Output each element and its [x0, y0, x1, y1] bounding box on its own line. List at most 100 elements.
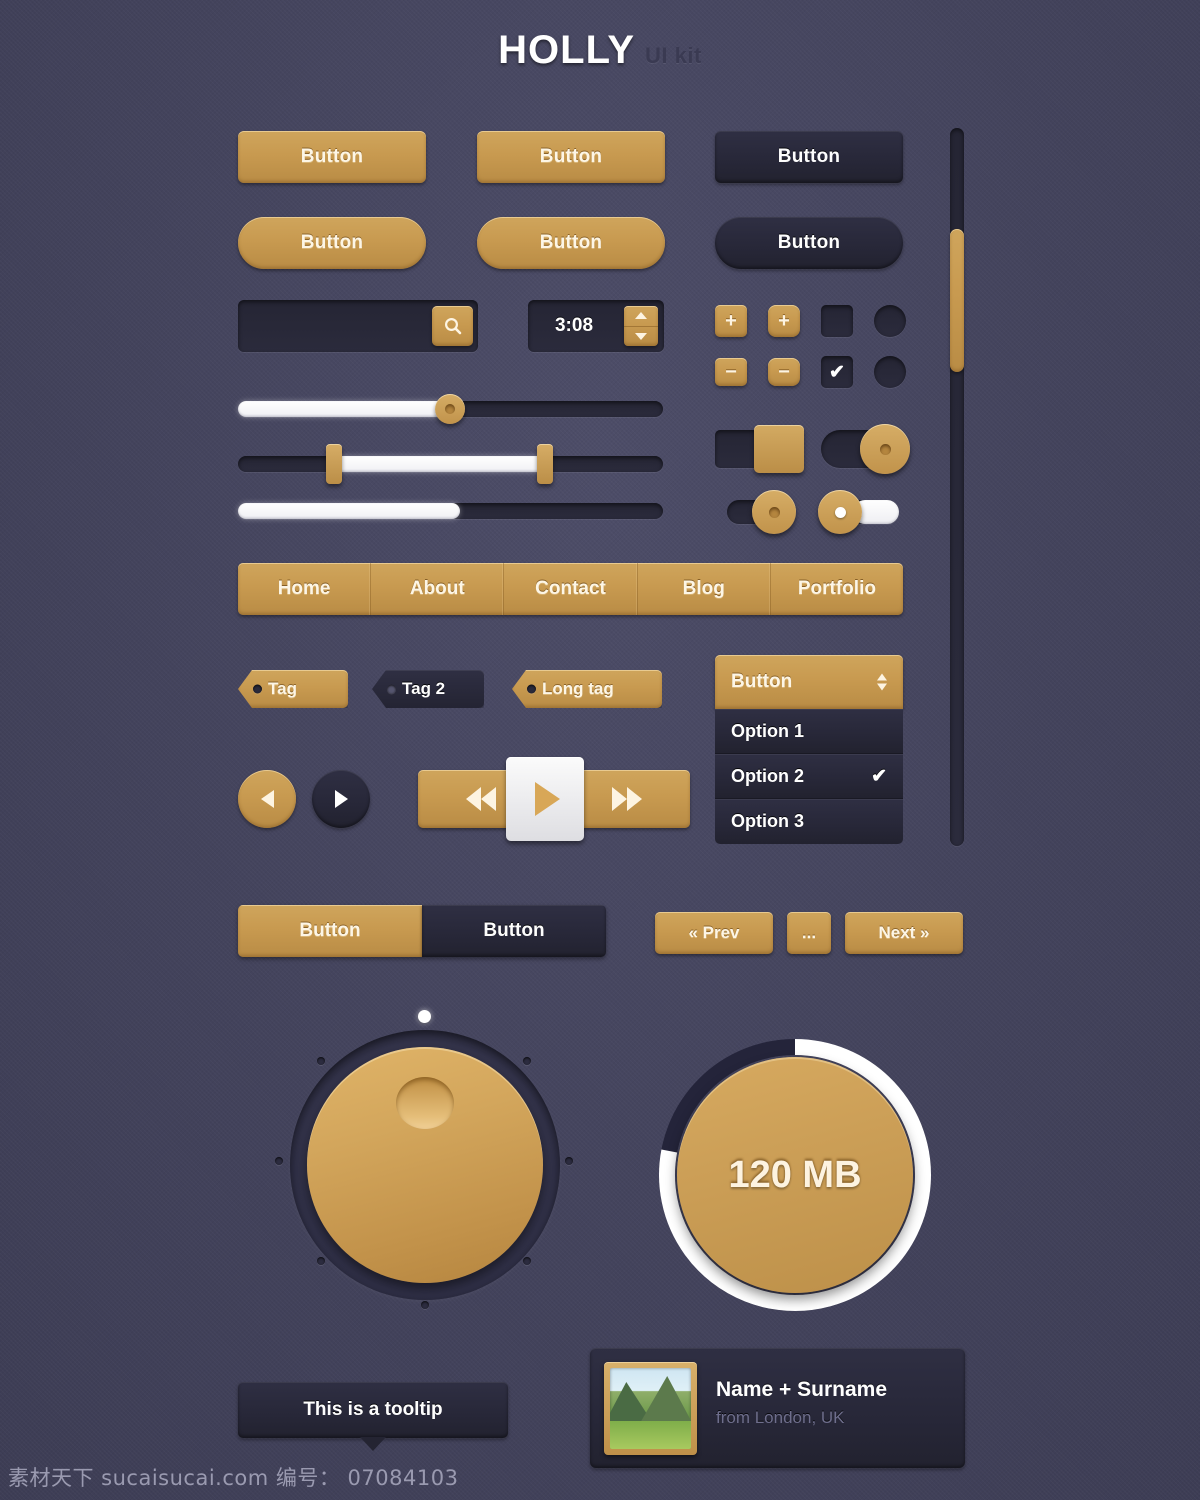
- radio-unchecked[interactable]: [874, 305, 906, 337]
- segmented-button-group[interactable]: Button Button: [238, 905, 606, 957]
- button-rect-gold-2[interactable]: Button: [477, 131, 665, 183]
- pagination-label: Next »: [878, 923, 930, 942]
- plus-rounded-button[interactable]: +: [768, 305, 800, 337]
- range-handle-left[interactable]: [326, 444, 342, 484]
- progress-fill: [238, 503, 460, 519]
- rewind-icon: [466, 787, 496, 811]
- toggle-pill-knob[interactable]: [860, 424, 910, 474]
- segmented-button-inactive[interactable]: Button: [422, 905, 606, 957]
- avatar: [610, 1368, 691, 1449]
- knob-dot: [317, 1057, 325, 1065]
- time-stepper[interactable]: 3:08: [528, 300, 664, 352]
- button-rect-dark[interactable]: Button: [715, 131, 903, 183]
- navigation-bar[interactable]: Home About Contact Blog Portfolio: [238, 563, 903, 615]
- progress-bar[interactable]: [238, 503, 663, 521]
- slider-single[interactable]: [238, 394, 663, 424]
- dropdown-option-1[interactable]: Option 1: [715, 709, 903, 754]
- range-handle-right[interactable]: [537, 444, 553, 484]
- vertical-scrollbar-track[interactable]: [950, 128, 964, 846]
- nav-item-portfolio[interactable]: Portfolio: [771, 563, 903, 615]
- dropdown-option-2[interactable]: Option 2 ✔: [715, 754, 903, 799]
- title-sub: UI kit: [645, 43, 702, 68]
- vertical-scrollbar-thumb[interactable]: [950, 228, 964, 373]
- next-circle-button[interactable]: [312, 770, 370, 828]
- minus-rounded-button[interactable]: −: [768, 358, 800, 386]
- pagination-ellipsis-button[interactable]: ...: [787, 912, 831, 954]
- button-label: Button: [777, 146, 841, 167]
- circular-progress-label: 120 MB: [728, 1153, 862, 1196]
- next-icon: [334, 790, 348, 808]
- plus-icon: +: [725, 309, 737, 332]
- checkbox-checked[interactable]: ✔: [821, 356, 853, 388]
- button-label: Button: [300, 232, 364, 253]
- button-pill-dark[interactable]: Button: [715, 217, 903, 269]
- dropdown-option-3[interactable]: Option 3: [715, 799, 903, 844]
- toggle-small-right-knob[interactable]: [752, 490, 796, 534]
- toggle-square-knob[interactable]: [754, 425, 804, 473]
- toggle-pill[interactable]: [821, 424, 910, 474]
- search-icon: [444, 317, 461, 335]
- check-icon: ✔: [871, 765, 887, 787]
- radio-checked[interactable]: [874, 356, 906, 388]
- minus-square-button[interactable]: −: [715, 358, 747, 386]
- nav-item-home[interactable]: Home: [238, 563, 372, 615]
- search-button[interactable]: [432, 306, 473, 346]
- plus-square-button[interactable]: +: [715, 305, 747, 337]
- button-rect-gold-1[interactable]: Button: [238, 131, 426, 183]
- knob-dot: [275, 1157, 283, 1165]
- dropdown-option-label: Option 1: [731, 720, 804, 741]
- button-pill-gold-1[interactable]: Button: [238, 217, 426, 269]
- search-input[interactable]: [248, 300, 428, 352]
- nav-item-contact[interactable]: Contact: [504, 563, 638, 615]
- dropdown-header[interactable]: Button: [715, 655, 903, 709]
- rotary-knob[interactable]: [265, 1005, 585, 1325]
- search-field[interactable]: [238, 300, 478, 352]
- button-label: Button: [777, 232, 841, 253]
- pagination-prev-button[interactable]: « Prev: [655, 912, 773, 954]
- stepper-arrows[interactable]: [624, 306, 658, 346]
- checkbox-unchecked[interactable]: [821, 305, 853, 337]
- pagination-label: ...: [801, 923, 817, 942]
- range-fill: [332, 456, 544, 472]
- stepper-up-button[interactable]: [624, 306, 658, 327]
- triangle-down-icon: [635, 332, 647, 340]
- nav-item-about[interactable]: About: [371, 563, 505, 615]
- tag-3[interactable]: Long tag: [512, 670, 662, 708]
- tag-label: Tag 2: [402, 679, 446, 698]
- prev-icon: [260, 790, 274, 808]
- fast-forward-icon: [612, 787, 642, 811]
- tag-hole-icon: [387, 684, 396, 694]
- profile-card[interactable]: Name + Surname from London, UK: [590, 1348, 965, 1468]
- tooltip-arrow-icon: [360, 1437, 386, 1451]
- toggle-square[interactable]: [715, 425, 804, 473]
- dropdown[interactable]: Button Option 1 Option 2 ✔ Option 3: [715, 655, 903, 844]
- button-label: Button: [539, 232, 603, 253]
- page-title: HOLLY UI kit: [0, 28, 1200, 73]
- segmented-button-active[interactable]: Button: [238, 905, 422, 957]
- pagination-next-button[interactable]: Next »: [845, 912, 963, 954]
- dropdown-option-label: Option 3: [731, 811, 804, 831]
- slider-knob[interactable]: [435, 394, 465, 424]
- tag-1[interactable]: Tag: [238, 670, 348, 708]
- slider-range[interactable]: [238, 440, 663, 488]
- chevron-updown-icon: [877, 673, 887, 691]
- stepper-down-button[interactable]: [624, 327, 658, 347]
- button-pill-gold-2[interactable]: Button: [477, 217, 665, 269]
- plus-icon: +: [778, 309, 790, 332]
- profile-subtitle: from London, UK: [716, 1408, 845, 1427]
- toggle-small-left[interactable]: [818, 490, 899, 534]
- toggle-small-right[interactable]: [727, 490, 796, 534]
- tooltip: This is a tooltip: [238, 1382, 508, 1451]
- tag-2[interactable]: Tag 2: [372, 670, 484, 708]
- watermark: 素材天下 sucaisucai.com 编号： 07084103: [8, 1466, 459, 1490]
- minus-icon: −: [778, 360, 790, 383]
- prev-circle-button[interactable]: [238, 770, 296, 828]
- segmented-label: Button: [483, 920, 545, 941]
- play-button[interactable]: [506, 757, 584, 841]
- nav-item-blog[interactable]: Blog: [638, 563, 771, 615]
- knob-face[interactable]: [307, 1047, 543, 1283]
- play-icon: [534, 782, 560, 816]
- tag-hole-icon: [253, 684, 262, 694]
- toggle-small-left-knob[interactable]: [818, 490, 862, 534]
- knob-dot: [565, 1157, 573, 1165]
